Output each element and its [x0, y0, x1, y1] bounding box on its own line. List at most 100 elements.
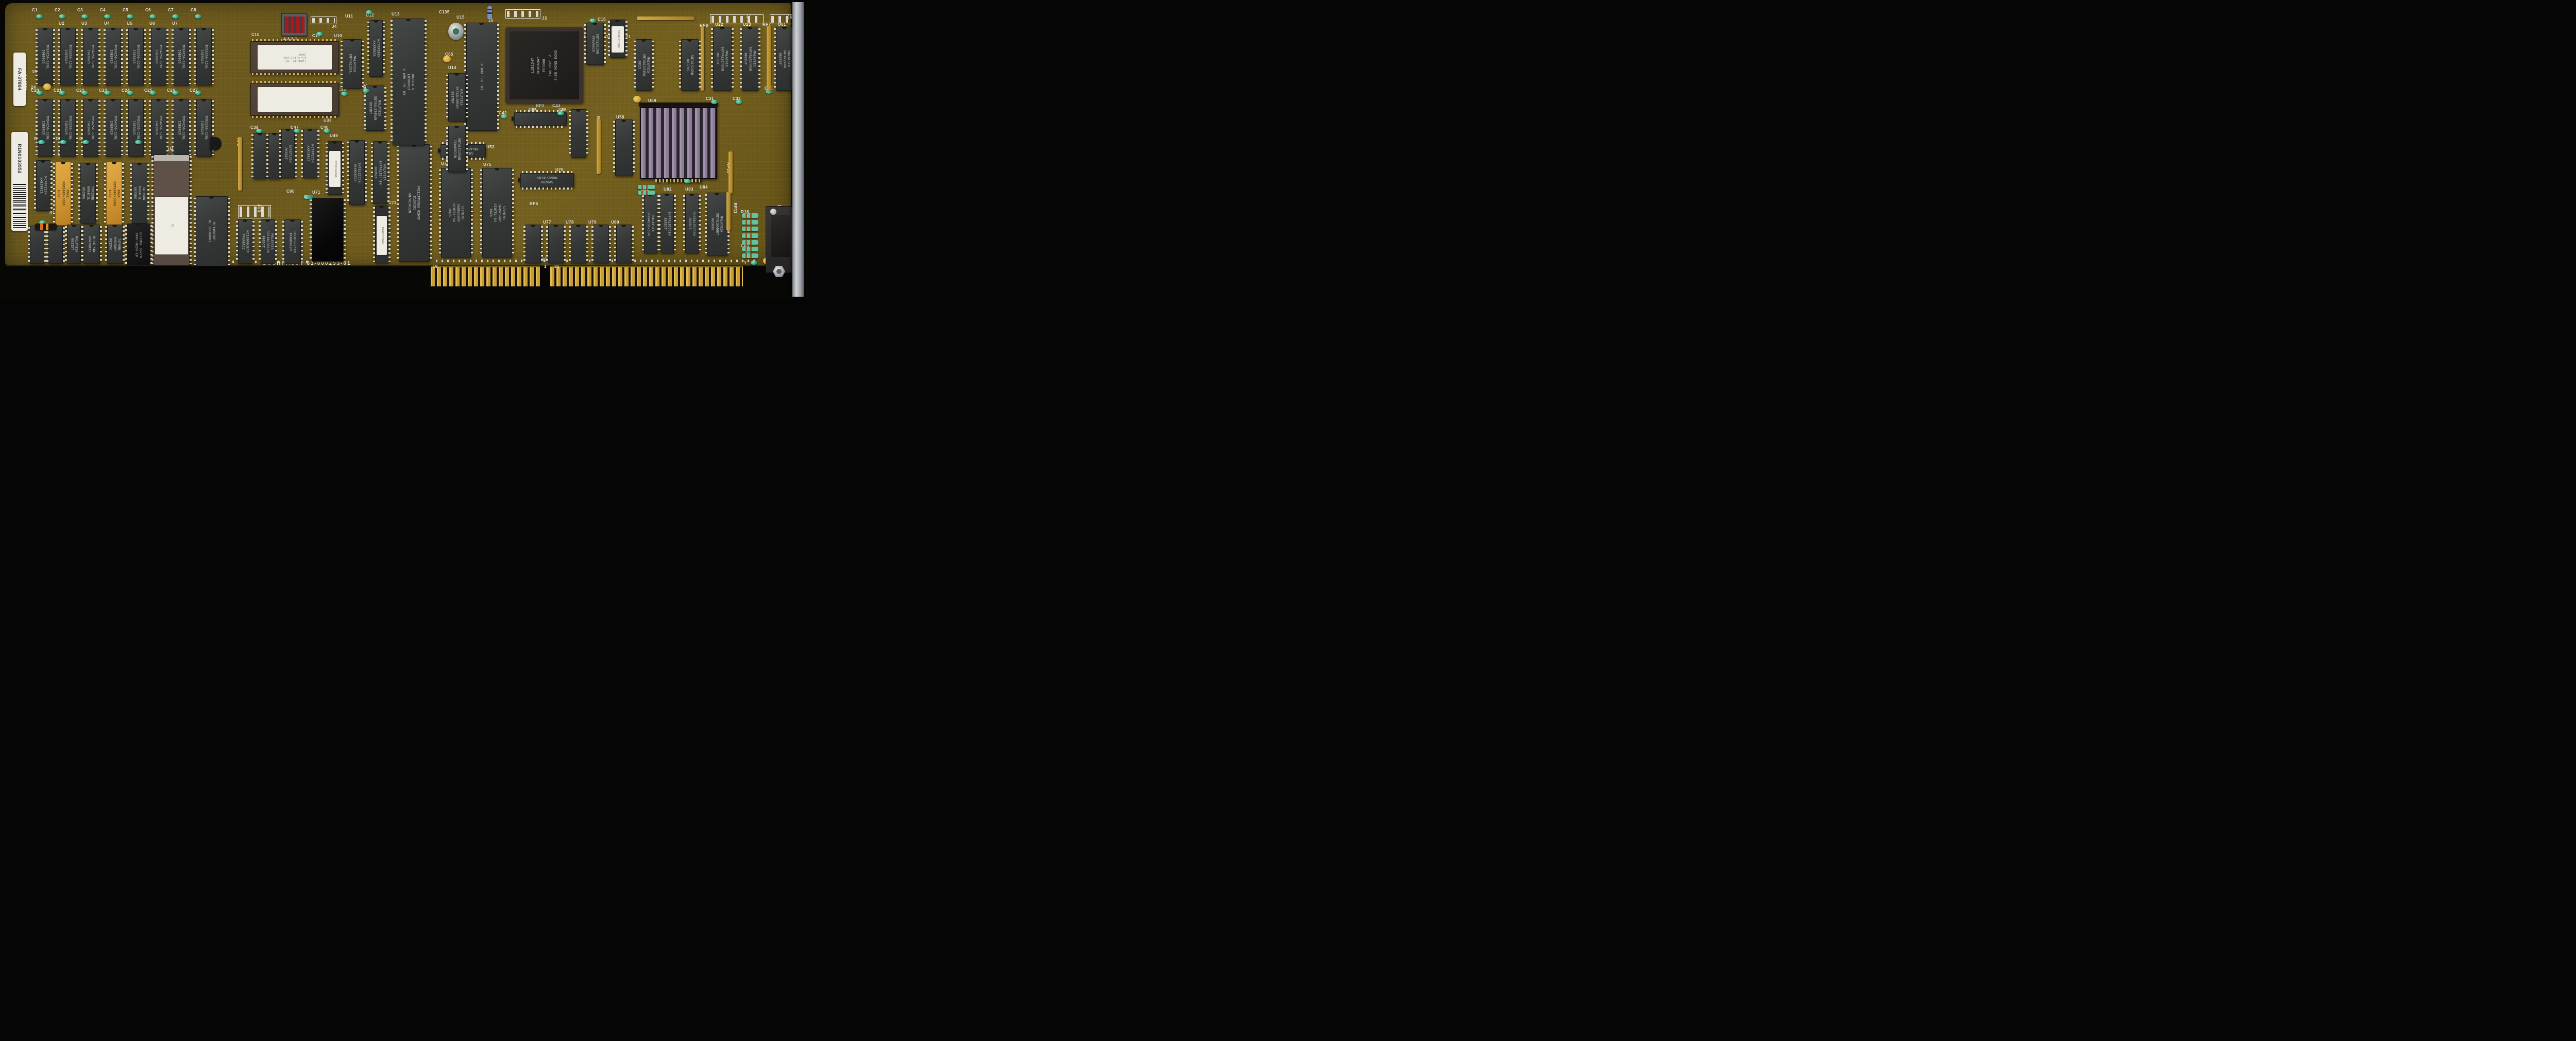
chip-marking: 74F08N 0985N0Y 8825VC: [108, 227, 121, 261]
silkscreen-text: C5: [123, 8, 128, 12]
ic-chip: 74F08N 0985N0Y 8825VC: [107, 225, 123, 264]
ic-chip: © AMD '79 '83: [466, 23, 497, 131]
tantalum-capacitor: [43, 83, 51, 90]
ceramic-capacitor: [81, 14, 88, 19]
chip-body: [312, 198, 344, 262]
ic-chip: DALE MDP1603-330G 8753: [106, 162, 122, 226]
silkscreen-text: U78: [566, 220, 574, 225]
ic-chip: MALAYSIA SN74F244N 8826AT: [776, 27, 793, 91]
ic-chip: SN74LS125AN IKAW8822M: [284, 219, 301, 264]
ceramic-capacitor: [127, 91, 133, 95]
ic-chip: [548, 225, 564, 263]
ic-chip: MALAYSIA SN74ALS245AN 8813DT: [713, 27, 732, 91]
ceramic-capacitor: [751, 261, 757, 265]
silkscreen-text: U10: [334, 34, 342, 38]
ic-chip: MALAYSIA SN74ALS04BN 8805CT: [261, 219, 275, 264]
chip-marking: MC14069UBCP FFGA8822: [241, 222, 250, 261]
chip-marking: SN74LS590N 8836AS: [537, 176, 557, 185]
chip-marking: SN74LS125AN IKAW8822N: [453, 128, 462, 169]
ceramic-capacitor: [59, 91, 65, 95]
ic-chip: B200013046: [375, 206, 388, 263]
ic-chip: MALAYSIA SN74ALS573BN: [644, 194, 657, 253]
ic-chip: TMS4256-12NL IGE8826: [128, 28, 144, 86]
chip-notch: [621, 225, 626, 227]
silkscreen-text: U73: [388, 201, 397, 205]
chip-marking: TMS4256-12NL IGE8826: [41, 101, 50, 154]
ceramic-capacitor: [363, 89, 369, 93]
silkscreen-text: U71: [312, 191, 320, 195]
ic-chip: MC14069UBCP FFGA8822: [238, 219, 252, 264]
chip-notch: [599, 225, 603, 227]
ic-chip: [253, 133, 266, 179]
silkscreen-text: 18: [433, 265, 438, 269]
edge-connector-p10: [431, 266, 540, 286]
ic-chip: 82: [154, 155, 190, 266]
ceramic-capacitor: [104, 91, 111, 95]
chip-marking: TMS4256-12NL IGE8826: [177, 101, 186, 154]
j5-connector-body: [771, 215, 790, 257]
ic-chip: TMS4256-12NL IGE8826: [38, 28, 53, 86]
dip-switch: [281, 13, 307, 36]
chip-marking: MC74F280N XXAR882B: [372, 23, 381, 74]
ceramic-capacitor: [172, 91, 179, 95]
sip-resistor-network: [238, 137, 242, 191]
ic-chip: MALAYSIA SN74ALS00AN 8817BF: [448, 73, 466, 122]
pcb-board: TMS4256-12NL IGE8826 TMS4256-12NL IGE8826…: [5, 3, 791, 266]
silkscreen-text: RP2: [536, 104, 545, 108]
ic-chip: B200114060: [328, 141, 342, 195]
ceramic-capacitor: [81, 91, 88, 95]
silkscreen-text: U3: [81, 22, 87, 26]
chip-marking: MALAYSIA SN74ALS245AN 8813DT: [716, 29, 728, 88]
silkscreen-text: C15: [598, 18, 606, 22]
pin-header-holes: [312, 18, 335, 23]
ceramic-capacitor: [294, 129, 300, 133]
chip-notch: [531, 225, 535, 227]
chip-marking: MC74F153N XXBJ8811: [39, 163, 48, 208]
chip-marking: TMS4256-12NL IGE8826: [109, 101, 118, 154]
silkscreen-text: C135: [439, 10, 450, 14]
ceramic-capacitor: [36, 91, 43, 95]
chip-marking: TMS4256-12NL IGE8826: [41, 30, 50, 83]
ic-chip: DALE MDP1603-330C 8753: [55, 162, 71, 226]
ic-chip: TMS4256-12NL IGE8826: [60, 28, 76, 86]
chip-marking: TMS4256-12NL IGE8826: [177, 30, 186, 83]
chip-marking: SN74ALS573BN 8826CT: [688, 196, 697, 251]
silkscreen-text: U15: [456, 15, 465, 20]
white-label-text: B200114060: [333, 161, 336, 178]
ceramic-capacitor: [366, 10, 372, 14]
silkscreen-text: C7: [168, 8, 174, 12]
chip-notch: [553, 225, 558, 227]
silkscreen-text: C1: [32, 8, 38, 12]
chip-body: [548, 225, 564, 263]
ic-chip: 74F158N 0984C1L 8825KE: [80, 163, 96, 224]
chip-marking: MALAYSIA SN74F244N 8826AT: [778, 29, 791, 88]
ceramic-capacitor: [38, 140, 45, 144]
handwritten-mark: 82: [170, 224, 173, 228]
silkscreen-text: U77: [543, 220, 551, 225]
white-label: B200114060: [329, 151, 341, 187]
resistor: [487, 6, 492, 20]
ceramic-capacitor: [316, 32, 323, 36]
chip-marking: TMS4256-12NL IGE8826: [87, 101, 95, 154]
pin-header: [238, 205, 271, 218]
ceramic-capacitor: [589, 19, 596, 23]
chip-marking: MALAYSIA SN74ALS245AN 8813DT: [368, 88, 381, 128]
sip-resistor-network: [726, 192, 731, 231]
ic-chip: SN74LS125AN IKAW8822N: [448, 126, 466, 172]
heatsink-fins: [641, 108, 716, 178]
ceramic-capacitor: [324, 129, 330, 133]
chip-marking: MALAYSIA SN74ALS245A 8813: [637, 42, 650, 88]
resistor: [35, 224, 57, 230]
silkscreen-text: U79: [588, 220, 597, 225]
ceramic-capacitor: [736, 100, 742, 104]
chip-body: [616, 225, 632, 263]
chip-marking: MC146818P QL 2GC68801: [208, 199, 216, 264]
scanned-photo: TMS4256-12NL IGE8826 TMS4256-12NL IGE8826…: [0, 0, 808, 299]
silkscreen-text: RP5: [530, 202, 538, 206]
ic-chip: SN74ALS573BN 8826CT: [685, 194, 699, 253]
ic-chip: MALAYSIA SN74ALS245AN 8813DT: [366, 86, 384, 131]
silkscreen-text: C60: [286, 190, 295, 194]
silkscreen-text: U4: [104, 22, 110, 26]
silkscreen-text: C2: [55, 8, 60, 12]
chip-body: [594, 225, 609, 263]
